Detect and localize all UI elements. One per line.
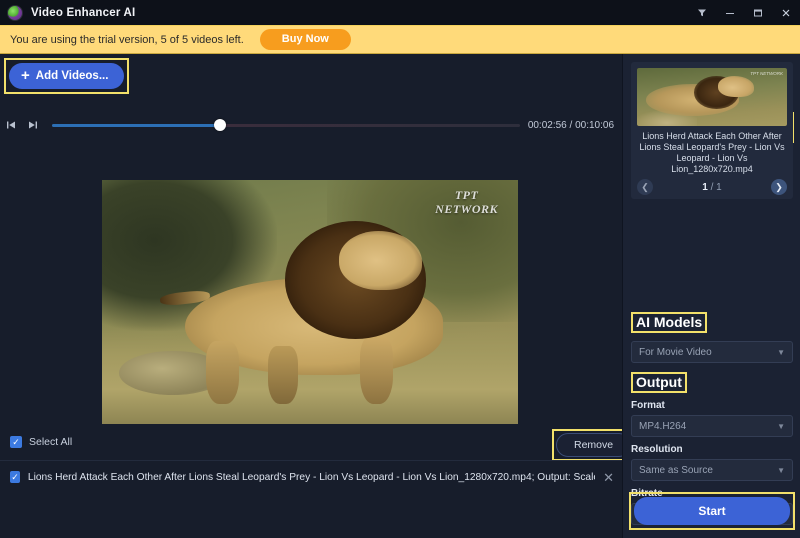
page-indicator: 1 / 1 <box>702 182 721 193</box>
chevron-left-icon[interactable]: ❮ <box>637 179 653 195</box>
timeline-slider-knob[interactable] <box>214 119 226 131</box>
select-all-label: Select All <box>29 436 72 448</box>
buy-now-button[interactable]: Buy Now <box>260 29 351 50</box>
settings-sidebar: Preview AI TPT NETWORK Lions Herd Attack… <box>622 54 800 538</box>
editor-panel: + Add Videos... 00:02:56 / 00:10:06 <box>0 54 622 538</box>
select-all-row[interactable]: ✓ Select All <box>10 436 72 448</box>
chevron-down-icon: ▼ <box>777 422 785 431</box>
format-select[interactable]: MP4.H264 ▼ <box>631 415 793 437</box>
file-row-checkbox[interactable]: ✓ <box>10 471 20 483</box>
ai-models-heading-highlight: AI Models <box>631 312 707 333</box>
resolution-value: Same as Source <box>639 465 713 476</box>
title-bar: Video Enhancer AI <box>0 0 800 26</box>
minimize-icon[interactable] <box>716 0 744 26</box>
ai-models-heading: AI Models <box>636 314 702 331</box>
trial-banner: You are using the trial version, 5 of 5 … <box>0 26 800 54</box>
chevron-down-icon: ▼ <box>777 466 785 475</box>
ai-model-select[interactable]: For Movie Video ▼ <box>631 341 793 363</box>
thumbnail-navigation: ❮ 1 / 1 ❯ <box>637 179 787 195</box>
list-divider <box>0 460 622 461</box>
file-row-label: Lions Herd Attack Each Other After Lions… <box>28 472 595 483</box>
add-videos-highlight: + Add Videos... <box>4 58 129 94</box>
chevron-down-icon: ▼ <box>777 348 785 357</box>
maximize-icon[interactable] <box>744 0 772 26</box>
start-button[interactable]: Start <box>634 497 790 525</box>
page-separator: / <box>711 182 714 193</box>
trial-message: You are using the trial version, 5 of 5 … <box>10 34 244 46</box>
thumbnail-title: Lions Herd Attack Each Other After Lions… <box>637 131 787 175</box>
timeline-slider[interactable] <box>52 124 520 127</box>
resolution-field: Resolution Same as Source ▼ <box>631 444 793 481</box>
chevron-right-icon[interactable]: ❯ <box>771 179 787 195</box>
video-frame <box>102 180 518 424</box>
playback-transport: 00:02:56 / 00:10:06 <box>0 112 622 138</box>
time-display: 00:02:56 / 00:10:06 <box>528 120 614 131</box>
plus-icon: + <box>21 70 30 82</box>
app-title: Video Enhancer AI <box>31 7 135 19</box>
main-area: + Add Videos... 00:02:56 / 00:10:06 <box>0 54 800 538</box>
funnel-icon[interactable] <box>688 0 716 26</box>
format-value: MP4.H264 <box>639 421 686 432</box>
output-heading-highlight: Output <box>631 372 687 393</box>
video-thumbnail-card: TPT NETWORK Lions Herd Attack Each Other… <box>631 62 793 199</box>
close-icon[interactable]: ✕ <box>603 471 614 484</box>
output-heading: Output <box>636 374 682 391</box>
window-controls <box>688 0 800 26</box>
app-logo-icon <box>7 5 23 21</box>
close-icon[interactable] <box>772 0 800 26</box>
add-videos-button[interactable]: + Add Videos... <box>9 63 124 89</box>
add-videos-label: Add Videos... <box>36 69 109 83</box>
ai-model-value: For Movie Video <box>639 347 712 358</box>
skip-previous-icon[interactable] <box>0 114 22 136</box>
ai-models-section: AI Models For Movie Video ▼ <box>631 312 793 363</box>
start-highlight: Start <box>629 492 795 530</box>
resolution-label: Resolution <box>631 444 793 455</box>
video-thumbnail[interactable]: TPT NETWORK <box>637 68 787 126</box>
resolution-select[interactable]: Same as Source ▼ <box>631 459 793 481</box>
remove-button[interactable]: Remove <box>556 433 631 457</box>
thumbnail-watermark: TPT NETWORK <box>750 71 783 76</box>
page-current: 1 <box>702 182 708 193</box>
format-label: Format <box>631 400 793 411</box>
skip-next-icon[interactable] <box>22 114 44 136</box>
format-field: Format MP4.H264 ▼ <box>631 400 793 437</box>
table-row[interactable]: ✓ Lions Herd Attack Each Other After Lio… <box>10 467 614 487</box>
video-watermark: TPT NETWORK <box>435 188 498 216</box>
app-window: Video Enhancer AI You are using the tria… <box>0 0 800 538</box>
video-preview[interactable]: TPT NETWORK <box>102 180 518 424</box>
page-total: 1 <box>716 182 722 193</box>
select-all-checkbox[interactable]: ✓ <box>10 436 22 448</box>
